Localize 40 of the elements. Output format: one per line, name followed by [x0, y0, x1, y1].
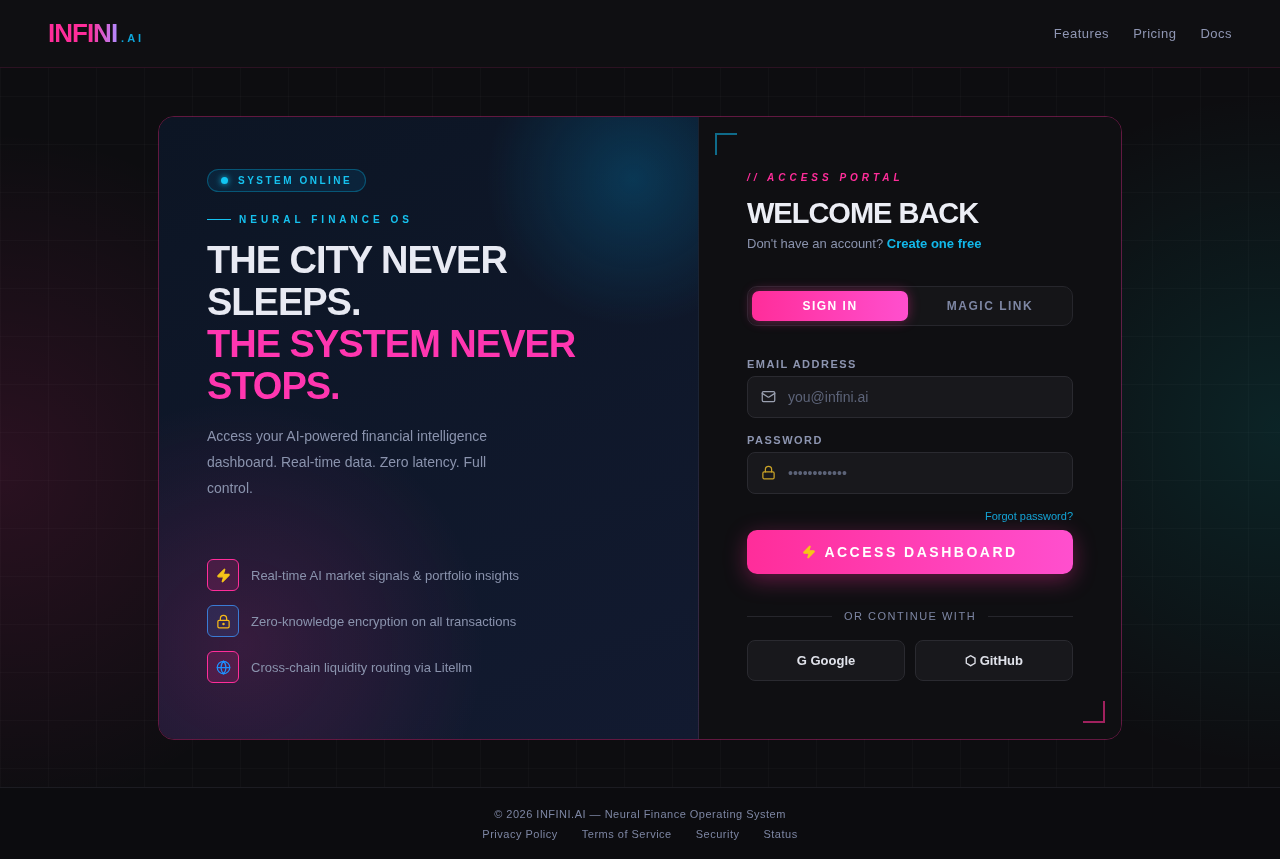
nav-link[interactable]: Features: [1053, 26, 1110, 41]
footer-link[interactable]: Security: [695, 827, 740, 840]
email-field[interactable]: you@infini.ai: [747, 376, 1073, 418]
footer-link[interactable]: Status: [763, 827, 798, 840]
globe-icon: [215, 659, 231, 675]
signup-prompt: Don't have an account? Create one free: [747, 236, 983, 251]
lightning-icon: [802, 545, 817, 559]
field-label: PASSWORD: [747, 434, 824, 446]
portal-label: // ACCESS PORTAL: [747, 172, 905, 183]
provider-button[interactable]: G Google: [747, 640, 905, 681]
headline: THE SYSTEM NEVER STOPS.: [207, 323, 577, 407]
logo-suffix: .AI: [121, 32, 145, 44]
footer-link[interactable]: Terms of Service: [581, 827, 672, 840]
welcome-title: WELCOME BACK: [747, 197, 980, 230]
feature-text: Cross-chain liquidity routing via Litellm: [251, 659, 473, 675]
divider-label: OR CONTINUE WITH: [843, 610, 977, 622]
provider-button[interactable]: ⬡ GitHub: [915, 640, 1073, 681]
copyright-text: © 2026 INFINI.AI — Neural Finance Operating System: [494, 807, 786, 820]
feature-text: Zero-knowledge encryption on all transactions: [251, 613, 517, 629]
feature-text: Real-time AI market signals & portfolio insights: [251, 567, 520, 583]
status-label: SYSTEM ONLINE: [238, 175, 353, 186]
auth-tab[interactable]: MAGIC LINK: [912, 291, 1068, 321]
forgot-password-link[interactable]: Forgot password?: [984, 510, 1073, 522]
padlock-icon: [215, 613, 231, 629]
nav-link[interactable]: Docs: [1200, 26, 1232, 41]
password-field[interactable]: ••••••••••••: [747, 452, 1073, 494]
auth-tab[interactable]: SIGN IN: [752, 291, 908, 321]
padlock-icon: [761, 465, 776, 480]
envelope-icon: [761, 389, 776, 404]
corner-bracket: [1083, 701, 1105, 723]
lightning-icon: [215, 567, 231, 583]
eyebrow-label: NEURAL FINANCE OS: [239, 214, 413, 225]
field-label: EMAIL ADDRESS: [747, 358, 858, 370]
footer-link[interactable]: Privacy Policy: [482, 827, 558, 840]
description: Access your AI-powered financial intelligence dashboard. Real-time data. Zero latency. Full control.: [207, 427, 489, 498]
corner-bracket: [715, 133, 737, 155]
signup-link[interactable]: Create one free: [886, 236, 982, 251]
nav-link[interactable]: Pricing: [1133, 26, 1177, 41]
headline: THE CITY NEVER SLEEPS.: [207, 239, 508, 323]
access-dashboard-button[interactable]: ACCESS DASHBOARD: [747, 530, 1073, 574]
